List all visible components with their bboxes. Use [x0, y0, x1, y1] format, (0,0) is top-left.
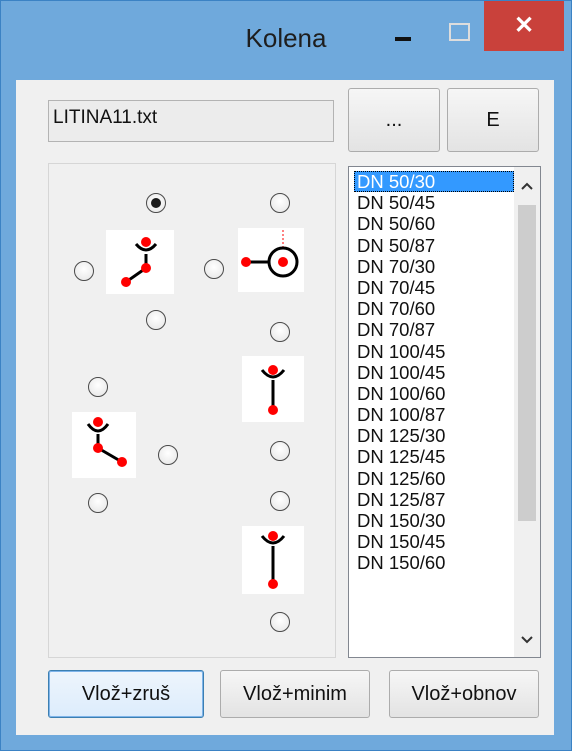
- radio-b-top[interactable]: [270, 193, 290, 213]
- bend-45-up-right-icon: [121, 237, 158, 287]
- list-item[interactable]: DN 150/30: [354, 510, 514, 531]
- list-item[interactable]: DN 70/87: [354, 319, 514, 340]
- list-scrollbar[interactable]: [514, 167, 540, 657]
- list-item[interactable]: DN 100/60: [354, 383, 514, 404]
- e-button[interactable]: E: [447, 88, 539, 152]
- radio-c-right[interactable]: [158, 445, 178, 465]
- maximize-icon: [448, 23, 470, 41]
- radio-e-bottom[interactable]: [270, 612, 290, 632]
- browse-button[interactable]: ...: [348, 88, 440, 152]
- scroll-down-button[interactable]: [514, 625, 540, 655]
- radio-a-left[interactable]: [74, 261, 94, 281]
- bend-symbol-b: [238, 228, 304, 292]
- list-item[interactable]: DN 125/87: [354, 489, 514, 510]
- list-item[interactable]: DN 100/45: [354, 341, 514, 362]
- list-item[interactable]: DN 100/45: [354, 362, 514, 383]
- list-item[interactable]: DN 70/60: [354, 298, 514, 319]
- list-item[interactable]: DN 50/60: [354, 213, 514, 234]
- dn-size-listbox[interactable]: DN 50/30 DN 50/45 DN 50/60 DN 50/87 DN 7…: [348, 166, 541, 658]
- bend-symbol-d: [242, 356, 304, 422]
- list-item[interactable]: DN 50/87: [354, 235, 514, 256]
- bend-90-top-view-icon: [241, 230, 299, 278]
- radio-e-top[interactable]: [270, 491, 290, 511]
- list-item[interactable]: DN 70/45: [354, 277, 514, 298]
- list-item[interactable]: DN 125/60: [354, 468, 514, 489]
- bend-straight-short-icon: [260, 365, 286, 415]
- list-item[interactable]: DN 125/30: [354, 425, 514, 446]
- list-item[interactable]: DN 150/60: [354, 552, 514, 573]
- bend-45-down-right-icon: [86, 417, 127, 467]
- radio-b-bottom[interactable]: [270, 322, 290, 342]
- insert-minimize-button[interactable]: Vlož+minim: [220, 670, 370, 718]
- bend-symbol-a: [106, 230, 174, 294]
- bend-symbol-c: [72, 412, 136, 478]
- file-name-field[interactable]: LITINA11.txt: [48, 100, 334, 142]
- bend-straight-long-icon: [260, 531, 286, 589]
- scroll-thumb[interactable]: [518, 205, 536, 521]
- radio-b-left[interactable]: [204, 259, 224, 279]
- dn-size-list: DN 50/30 DN 50/45 DN 50/60 DN 50/87 DN 7…: [354, 171, 514, 574]
- chevron-down-icon: [521, 636, 533, 644]
- list-item[interactable]: DN 70/30: [354, 256, 514, 277]
- radio-a-bottom[interactable]: [146, 310, 166, 330]
- title-bar[interactable]: Kolena ✕: [1, 1, 571, 81]
- scroll-up-button[interactable]: [514, 171, 540, 201]
- list-item[interactable]: DN 150/45: [354, 531, 514, 552]
- close-button[interactable]: ✕: [484, 1, 564, 51]
- close-icon: ✕: [513, 11, 535, 39]
- radio-c-top[interactable]: [88, 377, 108, 397]
- radio-d[interactable]: [270, 441, 290, 461]
- radio-c-bottom[interactable]: [88, 493, 108, 513]
- list-item[interactable]: DN 100/87: [354, 404, 514, 425]
- bend-symbol-e: [242, 526, 304, 594]
- list-item[interactable]: DN 50/30: [354, 171, 514, 193]
- list-item[interactable]: DN 125/45: [354, 446, 514, 467]
- radio-a-top[interactable]: [146, 193, 166, 213]
- list-item[interactable]: DN 50/45: [354, 192, 514, 213]
- minimize-button[interactable]: [368, 1, 438, 73]
- chevron-up-icon: [521, 182, 533, 190]
- minimize-icon: [395, 37, 411, 41]
- maximize-button[interactable]: [438, 1, 480, 73]
- insert-restore-button[interactable]: Vlož+obnov: [389, 670, 539, 718]
- insert-close-button[interactable]: Vlož+zruš: [48, 670, 204, 718]
